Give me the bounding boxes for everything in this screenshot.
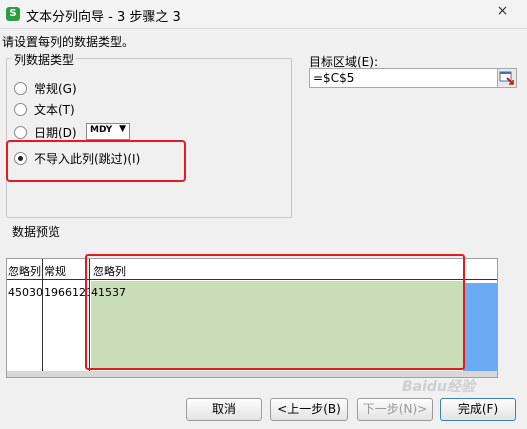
app-icon: S [6, 7, 20, 21]
window-title: 文本分列向导 - 3 步骤之 3 [26, 10, 181, 25]
header-cell-2[interactable]: 常规 [44, 263, 88, 279]
data-cell-1: 450304 [8, 286, 42, 299]
chevron-down-icon: ▼ [119, 124, 126, 134]
annotation-highlight-option [6, 140, 186, 182]
title-bar: S 文本分列向导 - 3 步骤之 3 × [0, 0, 527, 29]
date-format-select[interactable]: MDY ▼ [86, 123, 130, 140]
radio-text-circle[interactable] [14, 103, 27, 116]
close-button[interactable]: × [480, 0, 525, 22]
range-picker-icon [499, 71, 514, 85]
back-button[interactable]: <上一步(B) [270, 398, 348, 421]
column-type-group-label: 列数据类型 [12, 51, 77, 68]
date-format-value: MDY [90, 125, 113, 135]
cancel-button[interactable]: 取消 [186, 398, 262, 421]
annotation-highlight-preview [85, 254, 465, 370]
radio-text-label: 文本(T) [34, 103, 75, 117]
range-picker-button[interactable] [497, 68, 517, 88]
radio-general-label: 常规(G) [34, 82, 77, 96]
header-cell-1[interactable]: 忽略列 [8, 263, 41, 279]
target-range-value: =$C$5 [313, 71, 355, 85]
instruction-text: 请设置每列的数据类型。 [2, 35, 135, 49]
column-separator-1 [42, 259, 43, 371]
selection-strip [463, 283, 497, 371]
data-preview-label: 数据预览 [12, 225, 61, 239]
radio-date-circle[interactable] [14, 126, 27, 139]
radio-general-circle[interactable] [14, 82, 27, 95]
data-cell-2: 1966121 [44, 286, 89, 299]
next-button[interactable]: 下一步(N)> [357, 398, 433, 421]
finish-button[interactable]: 完成(F) [440, 398, 516, 421]
target-range-input[interactable]: =$C$5 [309, 68, 499, 88]
watermark: Baidu经验 [402, 379, 475, 395]
radio-date-label: 日期(D) [34, 126, 77, 140]
